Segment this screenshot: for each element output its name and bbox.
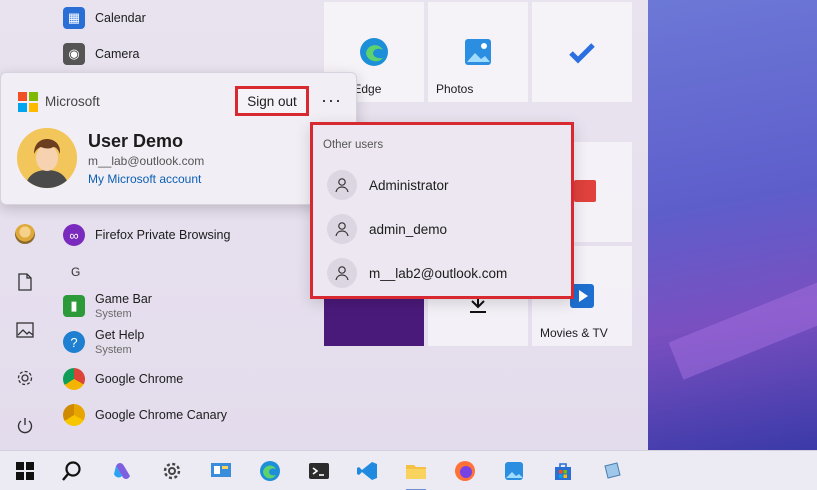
tile-label: Movies & TV (540, 326, 608, 340)
user-avatar-button[interactable] (13, 222, 37, 246)
edge-icon[interactable] (256, 457, 284, 485)
game-bar-icon: ▮ (63, 295, 85, 317)
tile-label: Photos (436, 82, 474, 96)
app-game-bar[interactable]: ▮ Game Bar System (63, 290, 152, 322)
letter-header-g[interactable]: G (71, 265, 80, 279)
notepad-icon[interactable] (598, 457, 626, 485)
app-label: Firefox Private Browsing (95, 227, 231, 242)
chrome-canary-icon (63, 404, 85, 426)
chrome-icon (63, 368, 85, 390)
account-flyout: Microsoft Sign out ··· User Demo m__lab@… (0, 72, 357, 205)
other-user-item[interactable]: m__lab2@outlook.com (327, 258, 507, 288)
user-avatar-icon (17, 128, 77, 188)
app-label: Google Chrome (95, 371, 184, 386)
other-user-item[interactable]: Administrator (327, 170, 449, 200)
terminal-icon[interactable] (305, 457, 333, 485)
app-calendar[interactable]: ▦ Calendar (63, 2, 146, 34)
control-panel-icon[interactable] (207, 457, 235, 485)
checkmark-icon (569, 43, 595, 64)
my-microsoft-account-link[interactable]: My Microsoft account (88, 172, 201, 186)
tile-photos[interactable]: Photos (428, 2, 528, 102)
user-avatar (17, 128, 77, 188)
pictures-button[interactable] (13, 318, 37, 342)
document-icon (18, 273, 32, 291)
person-icon (327, 170, 357, 200)
firefox-icon[interactable] (451, 457, 479, 485)
app-list: ▦ Calendar ◉ Camera ∞ Firefox Private Br… (55, 0, 320, 450)
app-sublabel: System (95, 343, 132, 356)
other-user-name: m__lab2@outlook.com (369, 265, 508, 281)
other-user-item[interactable]: admin_demo (327, 214, 447, 244)
tile-todo[interactable] (532, 2, 632, 102)
taskbar (0, 450, 817, 490)
vscode-icon[interactable] (353, 457, 381, 485)
copilot-icon[interactable] (109, 457, 137, 485)
app-label: Google Chrome Canary (95, 407, 228, 422)
file-explorer-icon[interactable] (402, 457, 430, 490)
photos-icon[interactable] (500, 457, 528, 485)
help-icon: ? (63, 331, 85, 353)
edge-icon (360, 38, 388, 66)
store-icon[interactable] (549, 457, 577, 485)
picture-icon (16, 322, 34, 338)
other-users-flyout: Other users Administrator admin_demo m__… (310, 122, 574, 299)
user-email: m__lab@outlook.com (88, 154, 205, 168)
calendar-icon: ▦ (63, 7, 85, 29)
power-button[interactable] (13, 414, 37, 438)
app-camera[interactable]: ◉ Camera (63, 38, 139, 70)
other-user-name: Administrator (369, 177, 449, 193)
app-label: Camera (95, 46, 140, 61)
settings-button[interactable] (13, 366, 37, 390)
tile-red-icon (574, 180, 596, 202)
documents-button[interactable] (13, 270, 37, 294)
desktop-wallpaper (648, 0, 817, 450)
app-sublabel: System (95, 307, 132, 320)
start-rail (0, 0, 50, 450)
settings-icon[interactable] (158, 457, 186, 485)
avatar-small-icon (15, 224, 35, 244)
app-label: Calendar (95, 10, 146, 25)
app-chrome-canary[interactable]: Google Chrome Canary (63, 399, 227, 431)
app-label: Game Bar (95, 291, 152, 306)
firefox-private-icon: ∞ (63, 224, 85, 246)
gear-icon (17, 370, 33, 386)
person-icon (327, 214, 357, 244)
search-icon[interactable] (58, 457, 86, 485)
sign-out-button[interactable]: Sign out (235, 86, 309, 116)
microsoft-brand: Microsoft (45, 94, 100, 109)
app-firefox-private[interactable]: ∞ Firefox Private Browsing (63, 219, 230, 251)
power-icon (17, 418, 33, 434)
photos-icon (465, 39, 491, 65)
app-get-help[interactable]: ? Get Help System (63, 326, 144, 358)
microsoft-logo-icon (18, 92, 38, 112)
other-user-name: admin_demo (369, 221, 448, 237)
app-label: Get Help (95, 327, 145, 342)
camera-icon: ◉ (63, 43, 85, 65)
person-icon (327, 258, 357, 288)
app-chrome[interactable]: Google Chrome (63, 363, 183, 395)
user-name: User Demo (88, 131, 184, 151)
more-options-button[interactable]: ··· (321, 90, 342, 111)
other-users-title: Other users (323, 139, 384, 151)
windows-start-icon[interactable] (11, 457, 39, 485)
